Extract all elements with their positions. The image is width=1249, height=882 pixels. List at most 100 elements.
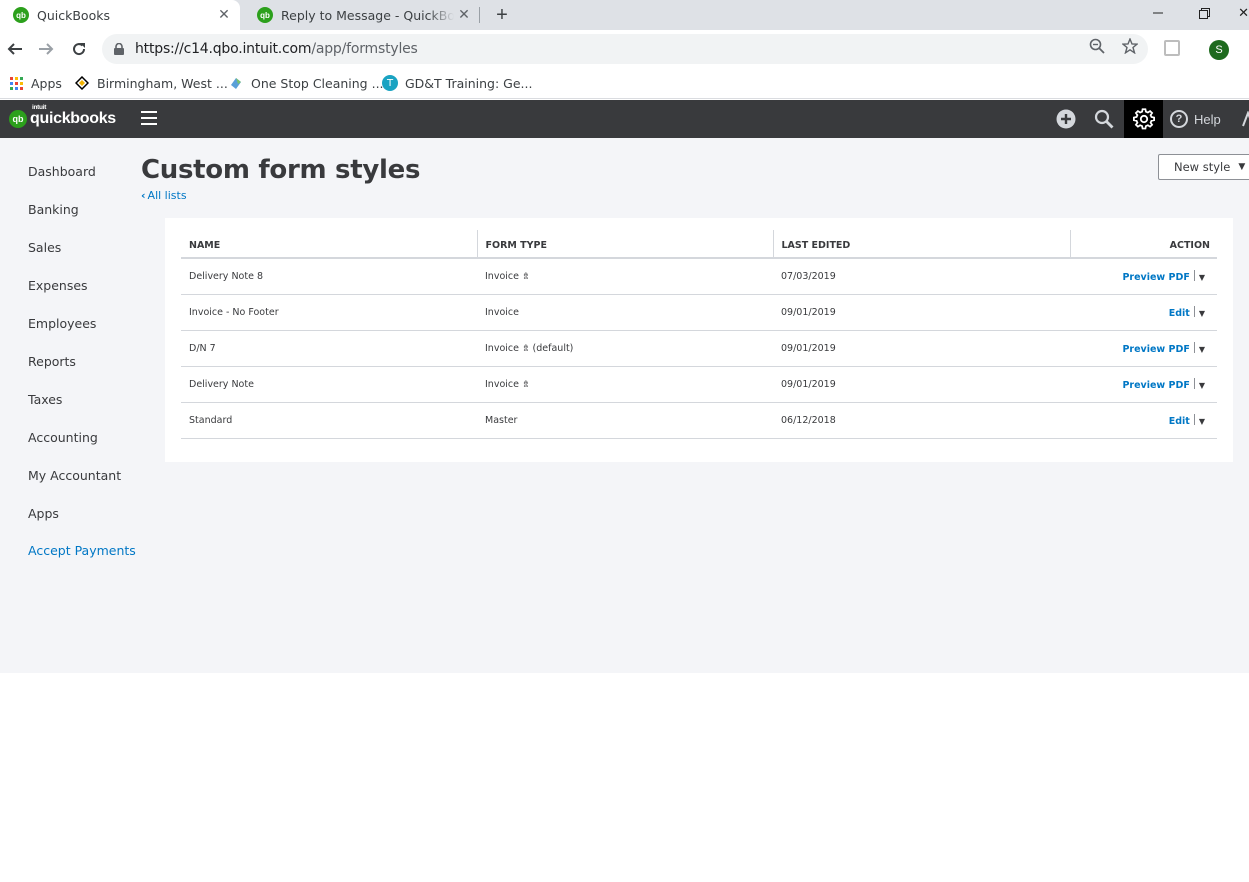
column-header-name[interactable]: NAME bbox=[181, 230, 478, 259]
gdt-badge-icon: T bbox=[382, 75, 398, 91]
browser-toolbar: https://c14.qbo.intuit.com/app/formstyle… bbox=[0, 30, 1249, 68]
qbo-top-bar: qb intuit quickbooks ? Help bbox=[0, 100, 1249, 138]
bookmark-label: Birmingham, West ... bbox=[97, 75, 228, 91]
preview-pdf-link[interactable]: Preview PDF bbox=[1122, 344, 1189, 355]
bookmark-label: One Stop Cleaning ... bbox=[251, 75, 384, 91]
nav-item-reports[interactable]: Reports bbox=[28, 354, 76, 369]
bookmark-apps[interactable]: Apps bbox=[8, 75, 62, 91]
form-styles-table: NAME FORM TYPE LAST EDITED ACTION Delive… bbox=[181, 230, 1217, 439]
logo-wordmark: intuit quickbooks bbox=[30, 104, 116, 127]
lock-icon bbox=[114, 43, 126, 55]
tab-divider bbox=[479, 7, 480, 23]
column-header-action: ACTION bbox=[1070, 230, 1217, 259]
cell-name: Delivery Note 8 bbox=[181, 258, 477, 295]
nav-item-accounting[interactable]: Accounting bbox=[28, 430, 98, 445]
table-row[interactable]: Standard Master 06/12/2018 Edit ▼ bbox=[181, 402, 1217, 439]
help-label: Help bbox=[1194, 111, 1221, 127]
table-header-row: NAME FORM TYPE LAST EDITED ACTION bbox=[181, 230, 1217, 259]
cell-action: Edit ▼ bbox=[1070, 294, 1217, 331]
gear-icon[interactable] bbox=[1124, 100, 1163, 138]
cell-action: Preview PDF ▼ bbox=[1070, 330, 1217, 367]
help-button[interactable]: ? Help bbox=[1170, 100, 1230, 138]
back-link-label: All lists bbox=[147, 189, 187, 202]
quickbooks-logo[interactable]: qb intuit quickbooks bbox=[9, 104, 116, 128]
nav-item-sales[interactable]: Sales bbox=[28, 240, 61, 255]
back-arrow-icon[interactable] bbox=[4, 38, 26, 60]
address-bar[interactable]: https://c14.qbo.intuit.com/app/formstyle… bbox=[102, 34, 1148, 64]
cell-name: Invoice - No Footer bbox=[181, 294, 477, 331]
close-tab-icon[interactable]: ✕ bbox=[454, 5, 474, 25]
cell-action: Preview PDF ▼ bbox=[1070, 258, 1217, 295]
cell-form-type: Invoice ⇯ bbox=[477, 258, 773, 295]
nav-item-employees[interactable]: Employees bbox=[28, 316, 96, 331]
nav-item-banking[interactable]: Banking bbox=[28, 202, 79, 217]
new-style-button[interactable]: New style ▼ bbox=[1158, 154, 1249, 180]
custom-style-icon: ⇯ bbox=[521, 271, 530, 282]
action-dropdown-icon[interactable]: ▼ bbox=[1199, 309, 1205, 318]
edit-link[interactable]: Edit bbox=[1169, 416, 1190, 427]
url-text: https://c14.qbo.intuit.com/app/formstyle… bbox=[135, 41, 418, 57]
browser-tab-quickbooks[interactable]: qb QuickBooks ✕ bbox=[0, 0, 240, 30]
cell-form-type: Invoice bbox=[477, 294, 773, 331]
action-dropdown-icon[interactable]: ▼ bbox=[1199, 345, 1205, 354]
extension-icon[interactable] bbox=[1164, 40, 1180, 56]
cell-last-edited: 09/01/2019 bbox=[773, 330, 1070, 367]
cell-form-type: Invoice ⇯ bbox=[477, 366, 773, 403]
search-icon[interactable] bbox=[1093, 100, 1115, 138]
column-header-last-edited[interactable]: LAST EDITED bbox=[773, 230, 1071, 259]
restore-icon[interactable] bbox=[1184, 0, 1224, 26]
nav-item-expenses[interactable]: Expenses bbox=[28, 278, 88, 293]
bookmark-star-icon[interactable] bbox=[1121, 37, 1139, 55]
nav-item-taxes[interactable]: Taxes bbox=[28, 392, 62, 407]
bookmark-birmingham[interactable]: Birmingham, West ... bbox=[74, 75, 228, 91]
minimize-icon[interactable] bbox=[1138, 0, 1178, 26]
forward-arrow-icon[interactable] bbox=[35, 38, 57, 60]
profile-avatar[interactable]: S bbox=[1209, 40, 1229, 60]
default-label: (default) bbox=[532, 342, 574, 354]
new-style-label: New style bbox=[1174, 160, 1231, 174]
preview-pdf-link[interactable]: Preview PDF bbox=[1122, 380, 1189, 391]
reload-icon[interactable] bbox=[68, 38, 90, 60]
browser-tab-strip: qb QuickBooks ✕ qb Reply to Message - Qu… bbox=[0, 0, 1249, 30]
new-tab-icon[interactable]: + bbox=[490, 3, 514, 27]
cell-form-type: Invoice ⇯ (default) bbox=[477, 330, 773, 367]
nav-item-apps[interactable]: Apps bbox=[28, 506, 59, 521]
cleaning-logo-icon bbox=[228, 75, 244, 91]
table-row[interactable]: D/N 7 Invoice ⇯ (default) 09/01/2019 Prev… bbox=[181, 330, 1217, 367]
table-row[interactable]: Delivery Note Invoice ⇯ 09/01/2019 Previe… bbox=[181, 366, 1217, 403]
create-plus-icon[interactable] bbox=[1054, 100, 1078, 138]
cell-last-edited: 06/12/2018 bbox=[773, 402, 1070, 439]
zoom-icon[interactable] bbox=[1088, 37, 1106, 55]
nav-item-accept-payments[interactable]: Accept Payments bbox=[28, 543, 136, 558]
action-dropdown-icon[interactable]: ▼ bbox=[1199, 273, 1205, 282]
bookmark-gdt-training[interactable]: T GD&T Training: Ge... bbox=[382, 75, 532, 91]
custom-style-icon: ⇯ bbox=[521, 379, 530, 390]
all-lists-link[interactable]: ‹ All lists bbox=[141, 189, 187, 202]
preview-pdf-link[interactable]: Preview PDF bbox=[1122, 272, 1189, 283]
table-row[interactable]: Delivery Note 8 Invoice ⇯ 07/03/2019 Prev… bbox=[181, 258, 1217, 295]
app-body: Dashboard Banking Sales Expenses Employe… bbox=[0, 138, 1249, 673]
action-dropdown-icon[interactable]: ▼ bbox=[1199, 417, 1205, 426]
close-tab-icon[interactable]: ✕ bbox=[214, 5, 234, 25]
cell-last-edited: 09/01/2019 bbox=[773, 294, 1070, 331]
browser-tab-reply[interactable]: qb Reply to Message - QuickBooks C ✕ bbox=[244, 0, 480, 30]
caret-down-icon: ▼ bbox=[1238, 162, 1246, 172]
bookmark-label: GD&T Training: Ge... bbox=[405, 75, 533, 91]
user-icon[interactable] bbox=[1241, 100, 1249, 138]
cell-name: Delivery Note bbox=[181, 366, 477, 403]
cell-name: D/N 7 bbox=[181, 330, 477, 367]
quickbooks-favicon-icon: qb bbox=[13, 7, 29, 23]
nav-item-dashboard[interactable]: Dashboard bbox=[28, 164, 96, 179]
bookmark-one-stop-cleaning[interactable]: One Stop Cleaning ... bbox=[228, 75, 384, 91]
nav-item-my-accountant[interactable]: My Accountant bbox=[28, 468, 121, 483]
custom-style-icon: ⇯ bbox=[521, 343, 530, 354]
bookmark-label: Apps bbox=[31, 75, 62, 91]
page-title: Custom form styles bbox=[141, 155, 421, 185]
hamburger-menu-icon[interactable] bbox=[141, 111, 157, 125]
edit-link[interactable]: Edit bbox=[1169, 308, 1190, 319]
table-row[interactable]: Invoice - No Footer Invoice 09/01/2019 E… bbox=[181, 294, 1217, 331]
close-window-icon[interactable]: ✕ bbox=[1228, 0, 1249, 26]
apps-grid-icon bbox=[8, 75, 24, 91]
column-header-form-type[interactable]: FORM TYPE bbox=[477, 230, 774, 259]
action-dropdown-icon[interactable]: ▼ bbox=[1199, 381, 1205, 390]
